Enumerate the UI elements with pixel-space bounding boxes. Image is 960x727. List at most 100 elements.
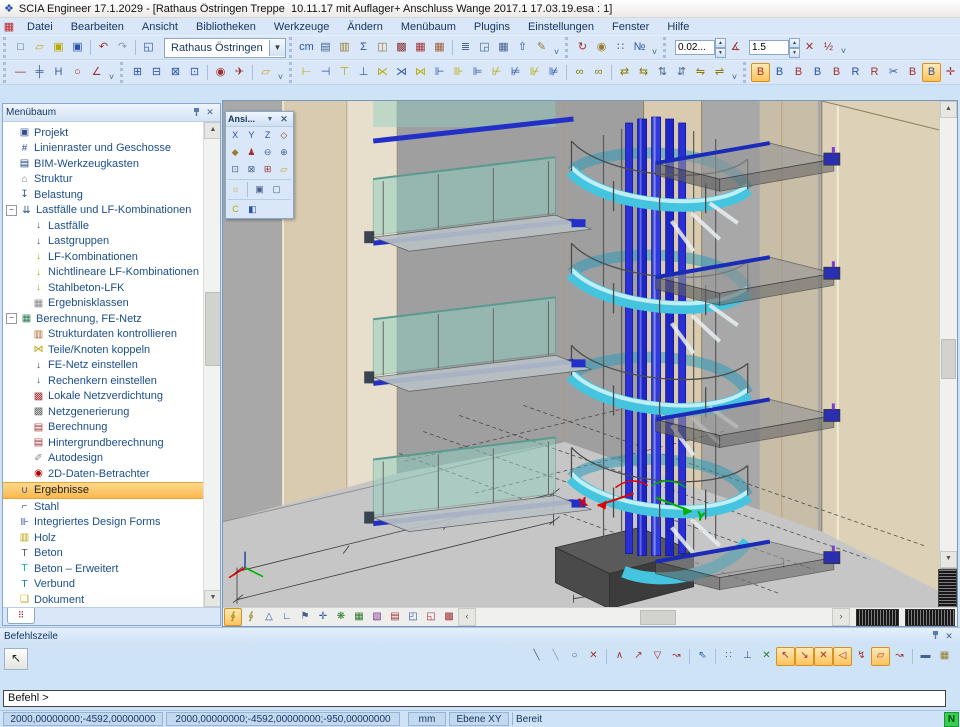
- menu-datei[interactable]: Datei: [18, 20, 62, 34]
- snap-distance-input[interactable]: [675, 40, 715, 55]
- tree-item-hintergrundberechnung[interactable]: ▤Hintergrundberechnung: [3, 435, 203, 451]
- extend-icon[interactable]: ⋊: [392, 63, 411, 82]
- tree-item-2d-daten-betrachter[interactable]: ◉2D-Daten-Betrachter: [3, 466, 203, 482]
- copy-props-icon[interactable]: ⊟: [147, 63, 166, 82]
- tree-expander-icon[interactable]: −: [6, 205, 17, 216]
- minimized-window-vertical[interactable]: [938, 569, 957, 610]
- tree-scroll-thumb[interactable]: [205, 292, 220, 366]
- view-toolbar-header[interactable]: Ansi... ▼ ✕: [226, 112, 293, 127]
- tree-scrollbar[interactable]: ▲ ▼: [203, 122, 220, 607]
- view-manager-icon[interactable]: ▱: [276, 161, 292, 178]
- menu-bibliotheken[interactable]: Bibliotheken: [187, 20, 265, 34]
- minimized-window-1[interactable]: [856, 609, 899, 626]
- new-document-icon[interactable]: □: [11, 38, 30, 57]
- chevron-down-icon[interactable]: ▼: [263, 116, 277, 123]
- open-folder-icon[interactable]: ▱: [30, 38, 49, 57]
- tree-item-ergebnisklassen[interactable]: ▦Ergebnisklassen: [3, 296, 203, 312]
- walk-mode-icon[interactable]: ♟: [243, 144, 259, 161]
- volumes-icon[interactable]: ▧: [368, 608, 386, 626]
- tree-item-beton[interactable]: TBeton: [3, 546, 203, 562]
- gallery-icon[interactable]: ▥: [335, 38, 354, 57]
- point-grid-icon[interactable]: ∷: [611, 38, 630, 57]
- spin-down-icon[interactable]: ▼: [789, 48, 800, 58]
- zoom-window-icon[interactable]: ⊡: [227, 161, 243, 178]
- tree-item-holz[interactable]: ▥Holz: [3, 530, 203, 546]
- results-on-members-icon[interactable]: B: [751, 63, 770, 82]
- tree-item-linienraster-und-geschosse[interactable]: #Linienraster und Geschosse: [3, 141, 203, 157]
- snap-tangent-icon[interactable]: ↝: [667, 647, 686, 666]
- document-system-icon[interactable]: ▦: [0, 20, 18, 33]
- scale-factor-input[interactable]: [749, 40, 789, 55]
- move-node-icon[interactable]: ⊢: [297, 63, 316, 82]
- link-icon[interactable]: ⇌: [710, 63, 729, 82]
- snap-off-icon[interactable]: ✕: [584, 647, 603, 666]
- window-new-icon[interactable]: ◱: [422, 608, 440, 626]
- save-icon[interactable]: ▣: [68, 38, 87, 57]
- circle-icon[interactable]: ○: [68, 63, 87, 82]
- angle-snap-icon[interactable]: ∡: [726, 38, 745, 57]
- snap-orthogonal-icon[interactable]: ◁: [833, 647, 852, 666]
- mesh-round-icon[interactable]: ▩: [392, 38, 411, 57]
- tree-item-lastfälle[interactable]: ↓Lastfälle: [3, 218, 203, 234]
- snap-segment-icon[interactable]: ╲: [546, 647, 565, 666]
- input-table-icon[interactable]: ▦: [430, 38, 449, 57]
- snap-polygon-icon[interactable]: ▱: [871, 647, 890, 666]
- plumb-icon[interactable]: △: [260, 608, 278, 626]
- zoom-selection-icon[interactable]: ⊞: [260, 161, 276, 178]
- draw-line-icon[interactable]: —: [11, 63, 30, 82]
- snap-distance-field[interactable]: ▲▼: [675, 39, 726, 56]
- camera-icon[interactable]: ▢: [268, 181, 285, 198]
- flag-icon[interactable]: ⚑: [296, 608, 314, 626]
- viewport-window[interactable]: X Y Ansi... ▼ ✕ XYZ◇ ◆♟⊖⊕ ⊡⊠⊞: [222, 100, 958, 627]
- spin-up-icon[interactable]: ▲: [715, 38, 726, 48]
- tree-item-dokument[interactable]: ❏Dokument: [3, 592, 203, 607]
- menu-ansicht[interactable]: Ansicht: [133, 20, 187, 34]
- snap-point-icon[interactable]: ↗: [629, 647, 648, 666]
- center-view-icon[interactable]: ✛: [941, 63, 960, 82]
- snap-perp-icon[interactable]: ⊥: [738, 647, 757, 666]
- tree-item-lokale-netzverdichtung[interactable]: ▩Lokale Netzverdichtung: [3, 389, 203, 405]
- scroll-up-icon[interactable]: ▲: [940, 101, 957, 118]
- zoom-out-icon[interactable]: ⊖: [260, 144, 276, 161]
- close-icon[interactable]: ✕: [203, 107, 217, 118]
- vscroll-thumb[interactable]: [941, 339, 956, 379]
- copy-add-icon[interactable]: ⊠: [166, 63, 185, 82]
- refresh-icon[interactable]: R: [846, 63, 865, 82]
- view-z-icon[interactable]: Z: [260, 127, 276, 144]
- toolbar-overflow-icon[interactable]: ˅: [838, 46, 849, 57]
- paste-props-icon[interactable]: ⊞: [128, 63, 147, 82]
- tree-item-beton-erweitert[interactable]: TBeton – Erweitert: [3, 561, 203, 577]
- zoom-pick-icon[interactable]: ◉: [592, 38, 611, 57]
- toolbar-overflow-icon[interactable]: ˅: [729, 72, 740, 83]
- calculator-icon[interactable]: ▦: [494, 38, 513, 57]
- trim-icon[interactable]: ⋉: [373, 63, 392, 82]
- toolbar-overflow-icon[interactable]: ˅: [649, 47, 660, 58]
- snap-drop-icon[interactable]: ▽: [648, 647, 667, 666]
- tree-item-berechnung[interactable]: ▤Berechnung: [3, 420, 203, 436]
- join-icon[interactable]: ⊩: [430, 63, 449, 82]
- hscroll-thumb[interactable]: [640, 610, 676, 625]
- grid-view-icon[interactable]: ▩: [440, 608, 458, 626]
- break-icon[interactable]: ⋈: [411, 63, 430, 82]
- paste-attr-icon[interactable]: ⇵: [672, 63, 691, 82]
- snap-circle-icon[interactable]: ○: [565, 647, 584, 666]
- tree-item-bim-werkzeugkasten[interactable]: ▤BIM-Werkzeugkasten: [3, 156, 203, 172]
- layers-red-icon[interactable]: ▤: [386, 608, 404, 626]
- paperclip-icon[interactable]: ∮: [224, 608, 242, 626]
- menu-einstellungen[interactable]: Einstellungen: [519, 20, 603, 34]
- tree-item-rechenkern-einstellen[interactable]: ↓Rechenkern einstellen: [3, 373, 203, 389]
- tree-item-teile-knoten-koppeln[interactable]: ⋈Teile/Knoten koppeln: [3, 342, 203, 358]
- snap-endpoint-icon[interactable]: ↖: [776, 647, 795, 666]
- toolbar-overflow-icon[interactable]: ˅: [106, 72, 117, 83]
- work-plane-field[interactable]: Ebene XY: [449, 712, 509, 726]
- toolbar-overflow-icon[interactable]: ˅: [275, 72, 286, 83]
- cross-red-icon[interactable]: ✕: [800, 38, 819, 57]
- menu-hilfe[interactable]: Hilfe: [658, 20, 698, 34]
- grid-lines-icon[interactable]: ╪: [30, 63, 49, 82]
- tree-item-strukturdaten-kontrollieren[interactable]: ▥Strukturdaten kontrollieren: [3, 327, 203, 343]
- tree-item-belastung[interactable]: ↧Belastung: [3, 187, 203, 203]
- cut-view-icon[interactable]: ✂: [884, 63, 903, 82]
- menu-tree-tab[interactable]: ⠿: [7, 608, 35, 624]
- 3d-scene[interactable]: X Y: [223, 101, 940, 609]
- tree-item-lastfälle-und-lf-kombinationen[interactable]: −⇊Lastfälle und LF-Kombinationen: [3, 203, 203, 219]
